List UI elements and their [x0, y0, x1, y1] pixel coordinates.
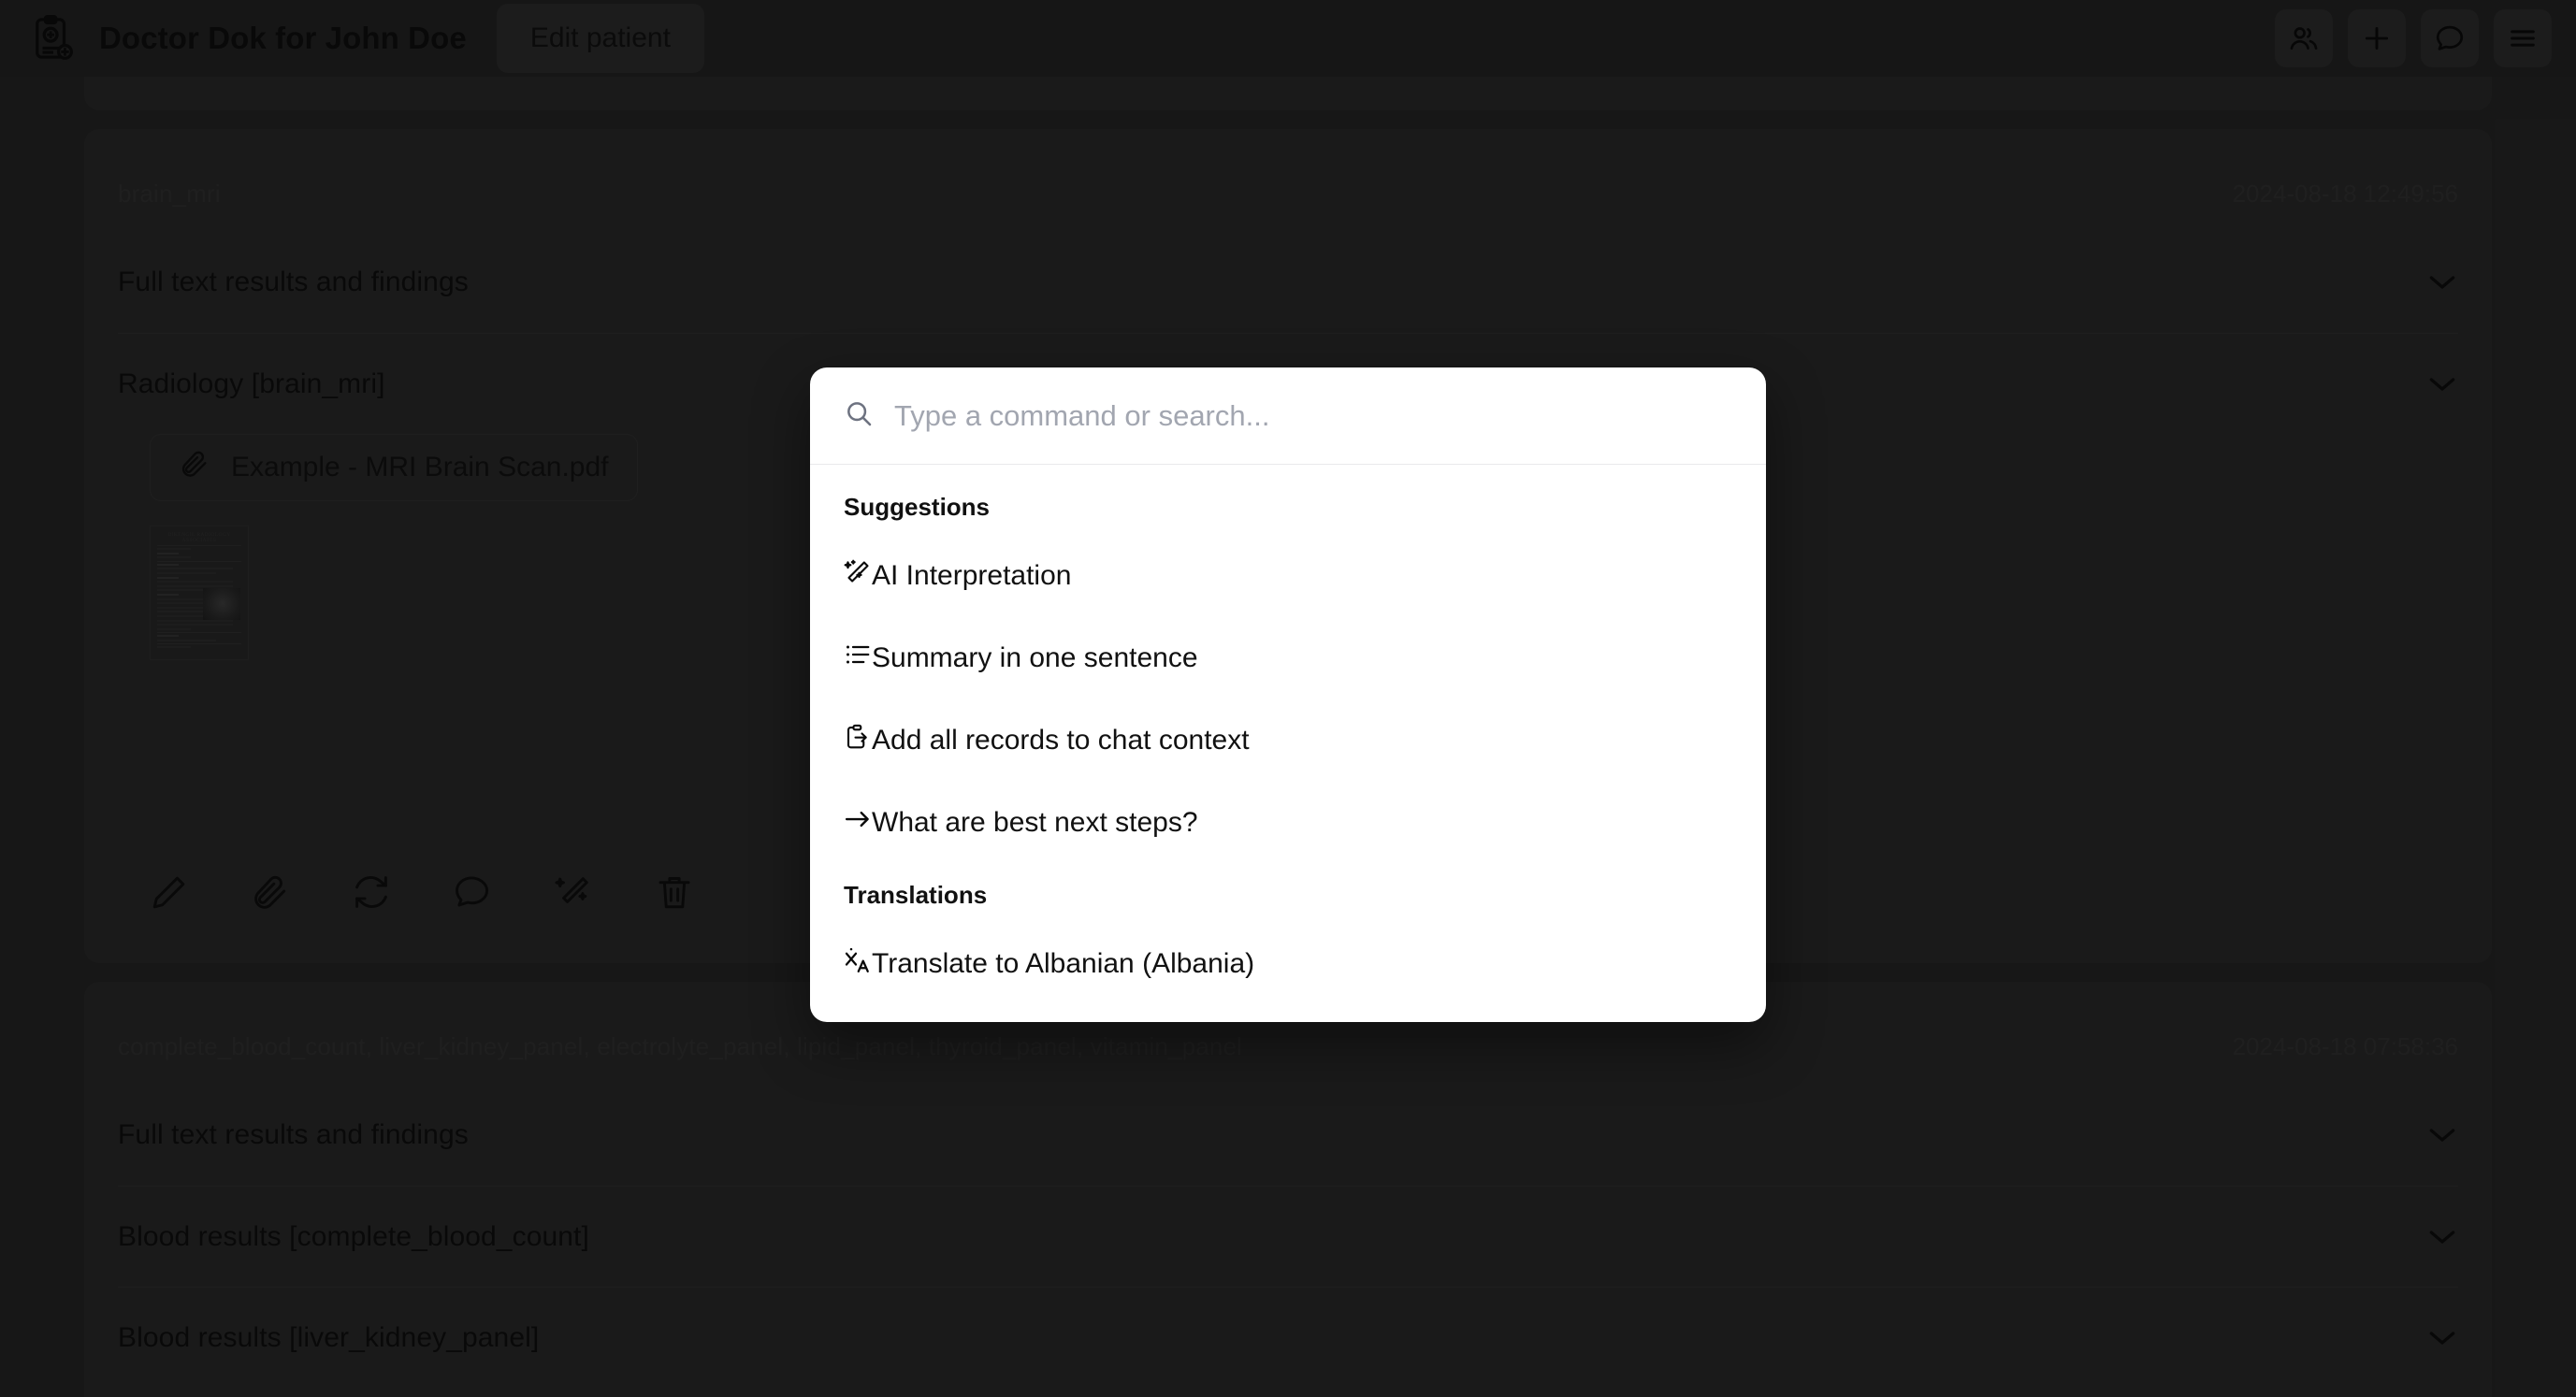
group-label-translations: Translations — [844, 881, 988, 909]
command-label: Translate to Albanian (Albania) — [872, 948, 1255, 979]
magic-wand-icon — [844, 558, 872, 594]
command-add-all-records-to-chat-context[interactable]: Add all records to chat context — [810, 699, 1766, 782]
command-what-are-best-next-steps[interactable]: What are best next steps? — [810, 782, 1766, 864]
command-list[interactable]: Suggestions AI Interpretation Summary in — [810, 465, 1766, 1022]
command-label: AI Interpretation — [872, 560, 1072, 591]
command-label: Add all records to chat context — [872, 725, 1250, 756]
clipboard-arrow-icon — [844, 723, 872, 758]
command-label: Summary in one sentence — [872, 642, 1198, 673]
command-translate-albanian[interactable]: Translate to Albanian (Albania) — [810, 923, 1766, 1005]
command-ai-interpretation[interactable]: AI Interpretation — [810, 535, 1766, 617]
translate-icon — [844, 946, 872, 982]
arrow-right-icon — [844, 805, 872, 841]
command-search-input[interactable] — [894, 398, 1732, 433]
command-palette-dialog: Suggestions AI Interpretation Summary in — [810, 367, 1766, 1022]
command-search-row — [810, 367, 1766, 465]
list-summary-icon — [844, 641, 872, 676]
command-label: What are best next steps? — [872, 807, 1198, 838]
group-label-suggestions: Suggestions — [844, 493, 991, 521]
search-icon — [844, 398, 874, 433]
command-summary-one-sentence[interactable]: Summary in one sentence — [810, 617, 1766, 699]
